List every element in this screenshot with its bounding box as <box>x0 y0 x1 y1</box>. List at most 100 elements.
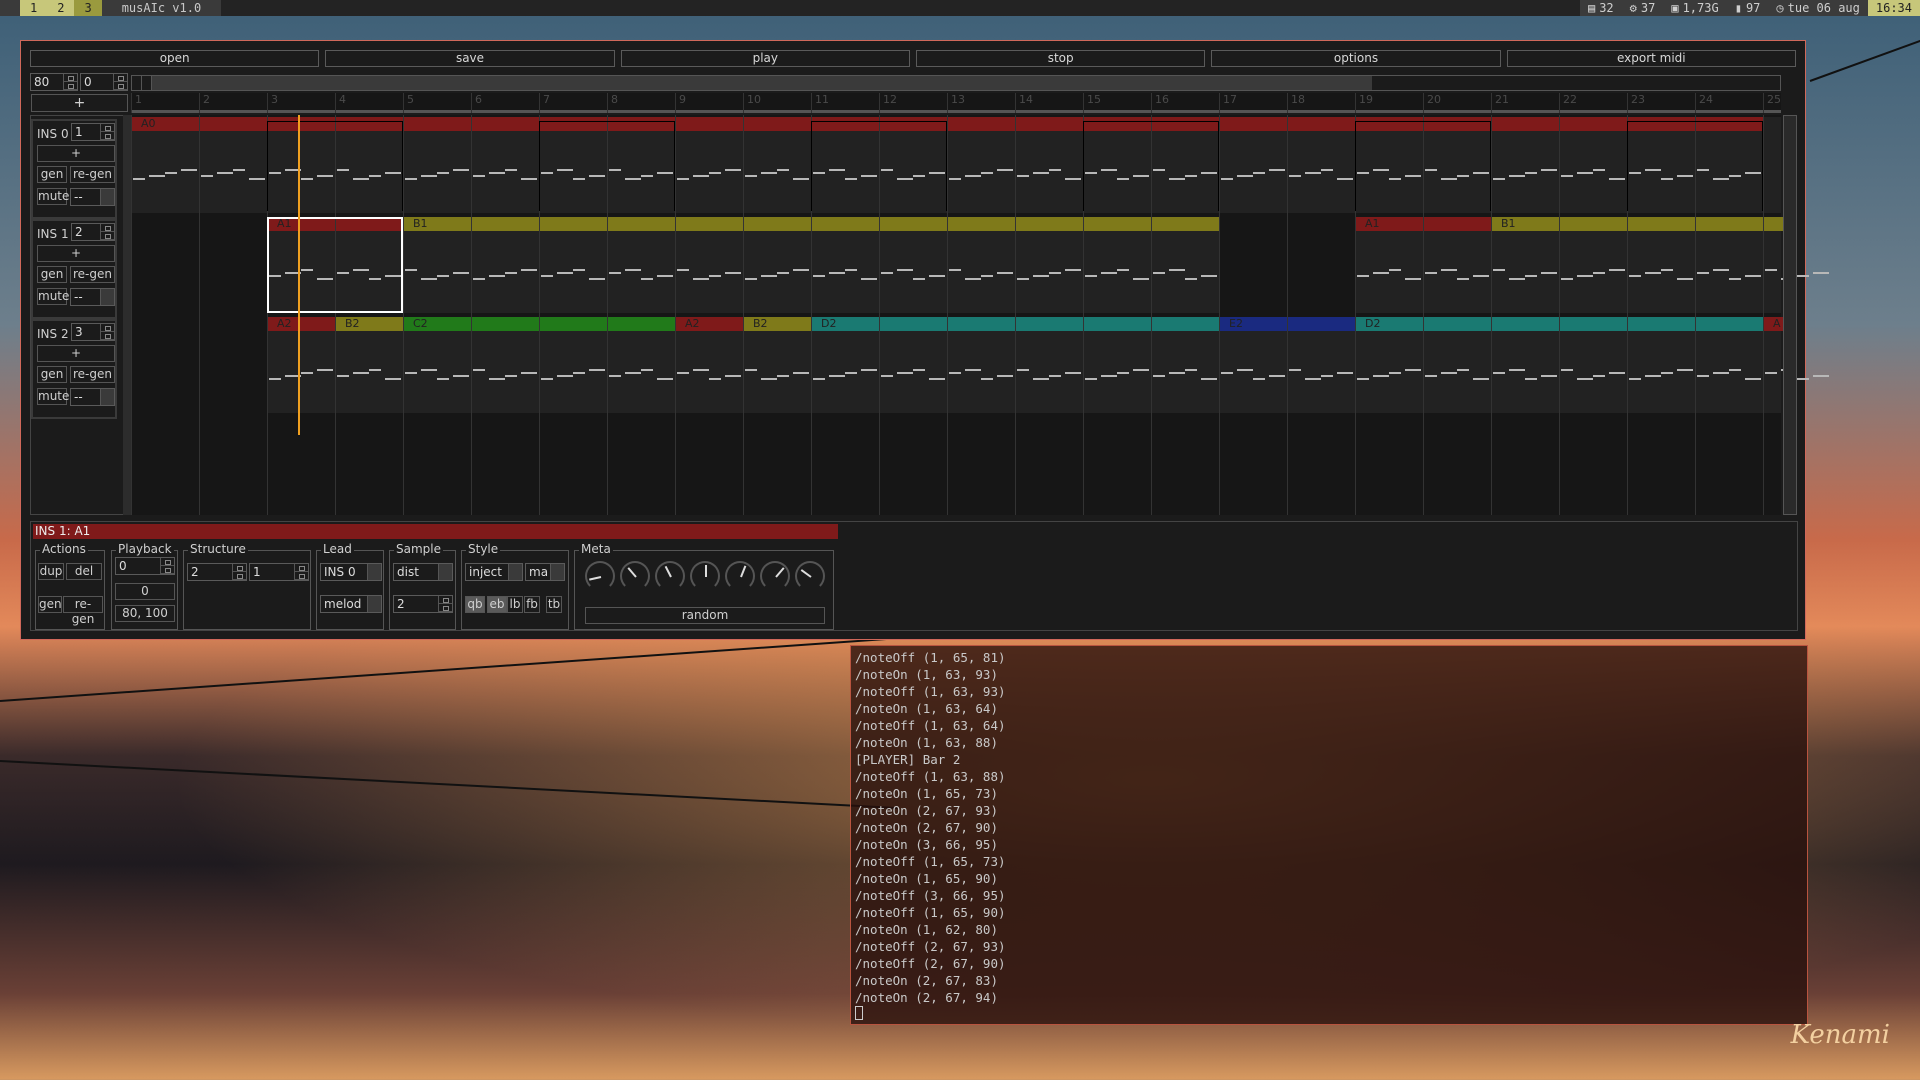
mute-button[interactable]: mute <box>37 188 69 205</box>
bar-ruler[interactable]: 1 2 3 4 5 6 7 8 9 10 11 12 13 14 15 16 17 18 19 20 21 22 23 24 2… <box>131 93 1781 113</box>
regen-button[interactable]: re-gen <box>70 166 115 183</box>
gen-button[interactable]: gen <box>37 366 67 383</box>
workspace-3[interactable]: 3 <box>74 0 102 16</box>
mute-dropdown-icon[interactable] <box>100 189 114 205</box>
gen-button[interactable]: gen <box>38 596 62 613</box>
add-instrument-button[interactable]: + <box>31 94 128 112</box>
mute-select[interactable]: -- <box>70 388 115 406</box>
mute-button[interactable]: mute <box>37 388 69 405</box>
lead-mode-dropdown-icon[interactable] <box>367 596 381 612</box>
bar-number[interactable]: 13 <box>947 93 965 113</box>
meta-knob[interactable] <box>690 561 720 591</box>
bar-number[interactable]: 9 <box>675 93 686 113</box>
bar-number[interactable]: 8 <box>607 93 618 113</box>
scroll-thumb[interactable] <box>152 76 1372 90</box>
options-button[interactable]: options <box>1211 50 1501 67</box>
save-button[interactable]: save <box>325 50 615 67</box>
bar-number[interactable]: 24 <box>1695 93 1713 113</box>
segment-block[interactable]: A <box>1763 317 1784 331</box>
segment-block[interactable]: A2 <box>675 317 743 331</box>
playback-spinbox[interactable]: 0 <box>115 557 175 575</box>
style-toggle-lb[interactable]: lb <box>507 596 523 613</box>
segment-block[interactable]: A2 <box>267 317 335 331</box>
style-toggle-tb[interactable]: tb <box>546 596 562 613</box>
random-button[interactable]: random <box>585 607 825 624</box>
terminal-window[interactable]: /noteOff (1, 65, 81) /noteOn (1, 63, 93) /… <box>850 645 1808 1025</box>
bar-number[interactable]: 15 <box>1083 93 1101 113</box>
meta-knob[interactable] <box>795 561 825 591</box>
regen-button[interactable]: re-gen <box>70 266 115 283</box>
channel-stepper[interactable] <box>100 124 114 140</box>
loop-field[interactable]: 0 <box>115 583 175 600</box>
velocity-range-field[interactable]: 80, 100 <box>115 605 175 622</box>
style-mode2-dropdown-icon[interactable] <box>550 564 564 580</box>
playhead[interactable] <box>297 115 300 435</box>
style-toggle-eb[interactable]: eb <box>487 596 507 613</box>
segment-block[interactable]: B2 <box>335 317 403 331</box>
bar-number[interactable]: 12 <box>879 93 897 113</box>
channel-stepper[interactable] <box>100 324 114 340</box>
offset-stepper[interactable] <box>113 74 127 90</box>
bar-number[interactable]: 4 <box>335 93 346 113</box>
mute-select[interactable]: -- <box>70 288 115 306</box>
structure-b-stepper[interactable] <box>294 564 308 580</box>
bar-number[interactable]: 17 <box>1219 93 1237 113</box>
bar-number[interactable]: 6 <box>471 93 482 113</box>
vertical-scrollbar[interactable] <box>1783 115 1797 515</box>
structure-a-spinbox[interactable]: 2 <box>187 563 247 581</box>
export-midi-button[interactable]: export midi <box>1506 50 1796 67</box>
bar-number[interactable]: 25 <box>1763 93 1781 113</box>
bar-number[interactable]: 20 <box>1423 93 1441 113</box>
bar-number[interactable]: 14 <box>1015 93 1033 113</box>
delete-button[interactable]: del <box>66 563 102 580</box>
mute-dropdown-icon[interactable] <box>100 389 114 405</box>
meta-knob[interactable] <box>725 561 755 591</box>
play-button[interactable]: play <box>620 50 910 67</box>
bpm-spinbox[interactable]: 80 <box>30 73 78 91</box>
sample-mode-select[interactable]: dist <box>393 563 453 581</box>
arrangement-grid[interactable]: A0 A1 B1 A1 B1 A2 B2 C2 A2 B2 D2 E2 D2 A <box>131 115 1829 515</box>
instrument-lane[interactable] <box>131 317 1781 413</box>
style-dropdown-icon[interactable] <box>508 564 522 580</box>
style-toggle-qb[interactable]: qb <box>465 596 485 613</box>
style-toggle-fb[interactable]: fb <box>524 596 540 613</box>
bar-number[interactable]: 16 <box>1151 93 1169 113</box>
bar-number[interactable]: 23 <box>1627 93 1645 113</box>
style-mode2-select[interactable]: ma <box>525 563 565 581</box>
regen-button[interactable]: re-gen <box>63 596 103 626</box>
open-button[interactable]: open <box>30 50 320 67</box>
bar-number[interactable]: 21 <box>1491 93 1509 113</box>
gen-button[interactable]: gen <box>37 266 67 283</box>
bar-number[interactable]: 2 <box>199 93 210 113</box>
mute-select[interactable]: -- <box>70 188 115 206</box>
sample-stepper[interactable] <box>438 596 452 612</box>
channel-stepper[interactable] <box>100 224 114 240</box>
channel-spinbox[interactable]: 1 <box>71 123 115 141</box>
bar-number[interactable]: 18 <box>1287 93 1305 113</box>
bar-number[interactable]: 1 <box>131 93 142 113</box>
scroll-right-button[interactable] <box>142 76 152 90</box>
gen-button[interactable]: gen <box>37 166 67 183</box>
sample-value-spinbox[interactable]: 2 <box>393 595 453 613</box>
structure-a-stepper[interactable] <box>232 564 246 580</box>
meta-knob[interactable] <box>760 561 790 591</box>
add-segment-button[interactable]: + <box>37 145 115 162</box>
lead-mode-select[interactable]: melod <box>320 595 382 613</box>
bar-number[interactable]: 22 <box>1559 93 1577 113</box>
bpm-stepper[interactable] <box>63 74 77 90</box>
add-segment-button[interactable]: + <box>37 245 115 262</box>
bar-number[interactable]: 11 <box>811 93 829 113</box>
style-mode-select[interactable]: inject <box>465 563 523 581</box>
mute-dropdown-icon[interactable] <box>100 289 114 305</box>
bar-number[interactable]: 10 <box>743 93 761 113</box>
offset-spinbox[interactable]: 0 <box>80 73 128 91</box>
duplicate-button[interactable]: dup <box>38 563 64 580</box>
horizontal-scrollbar[interactable] <box>131 75 1781 91</box>
workspace-1[interactable]: 1 <box>20 0 48 16</box>
channel-spinbox[interactable]: 2 <box>71 223 115 241</box>
sample-dropdown-icon[interactable] <box>438 564 452 580</box>
scroll-left-button[interactable] <box>132 76 142 90</box>
stop-button[interactable]: stop <box>915 50 1206 67</box>
mute-button[interactable]: mute <box>37 288 69 305</box>
channel-spinbox[interactable]: 3 <box>71 323 115 341</box>
